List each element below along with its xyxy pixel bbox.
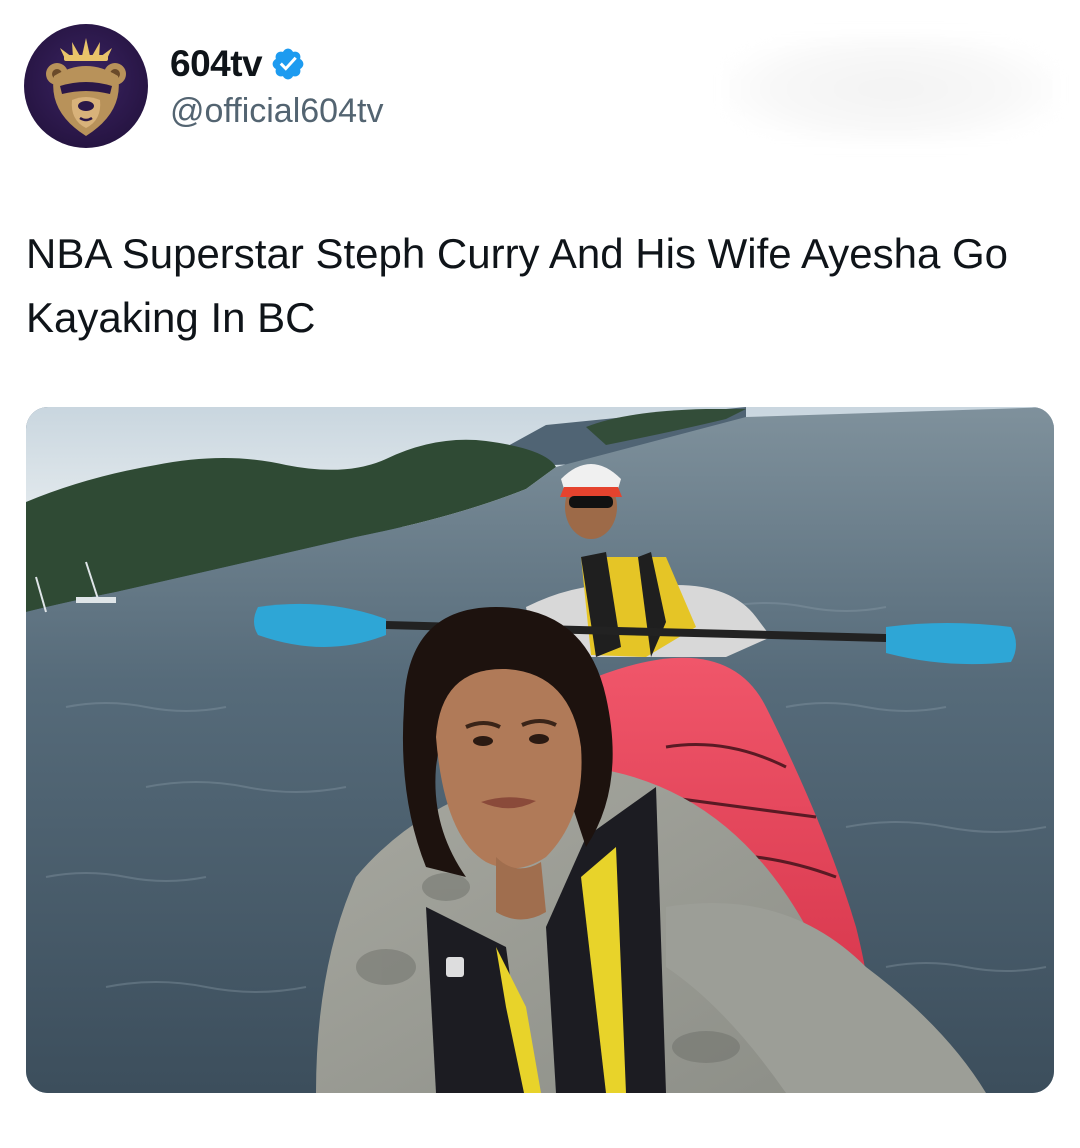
author-names: 604tv @official604tv — [170, 40, 383, 131]
avatar[interactable] — [24, 24, 148, 148]
blurred-region — [726, 34, 1056, 144]
verified-badge-icon — [270, 46, 306, 82]
display-name[interactable]: 604tv — [170, 43, 263, 85]
kayaking-photo — [26, 407, 1054, 1093]
post-photo[interactable] — [26, 407, 1054, 1093]
post-header: 604tv @official604tv — [24, 24, 1056, 150]
post-text: NBA Superstar Steph Curry And His Wife A… — [26, 230, 1009, 341]
display-name-row: 604tv — [170, 40, 383, 88]
account-handle[interactable]: @official604tv — [170, 92, 383, 131]
bear-with-crown-icon — [46, 38, 126, 136]
